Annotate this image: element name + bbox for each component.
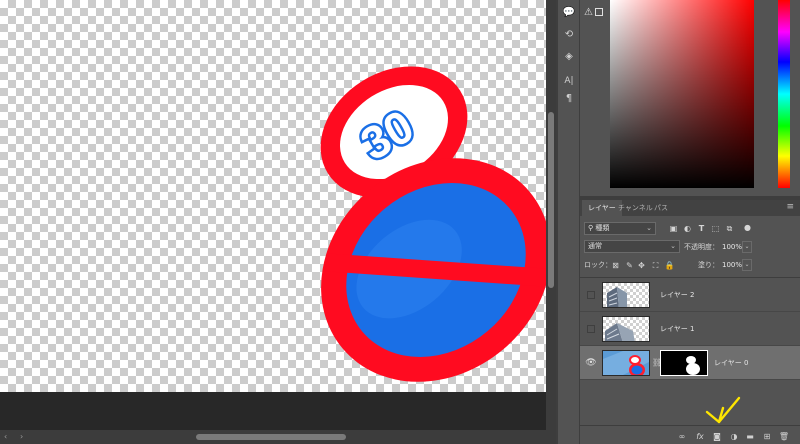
layer-row[interactable]: レイヤー 1	[580, 312, 800, 346]
opacity-slider-button[interactable]: ⌄	[742, 241, 752, 253]
scroll-left-icon[interactable]: ‹	[4, 432, 7, 441]
fill-slider-button[interactable]: ⌄	[742, 259, 752, 271]
layers-panel-tabs: レイヤー チャンネル パス ≡	[580, 200, 800, 216]
filter-smart-object-icon[interactable]: ⧉	[724, 223, 735, 234]
sign-artwork: 30	[320, 66, 546, 382]
lock-transparency-icon[interactable]: ⊠	[610, 260, 621, 271]
signs-thumbnail-art	[603, 351, 649, 375]
new-layer-icon[interactable]: ⊞	[761, 430, 773, 442]
layer-mask-thumbnail[interactable]	[660, 350, 708, 376]
link-layers-icon[interactable]: ∞	[676, 430, 688, 442]
gamut-warning-icon[interactable]: ⚠	[584, 7, 593, 18]
chevron-down-icon: ⌄	[646, 224, 652, 232]
annotation-arrow	[705, 396, 741, 424]
layer-thumbnail[interactable]	[602, 350, 650, 376]
tab-paths[interactable]: パス	[648, 200, 674, 216]
add-mask-icon[interactable]: ◙	[711, 430, 723, 442]
horizontal-scrollbar[interactable]: ‹ ›	[0, 430, 556, 444]
adjustment-layer-icon[interactable]: ◑	[728, 430, 740, 442]
color-panel: ⚠	[580, 0, 800, 196]
lock-artboard-icon[interactable]: ⛶	[650, 260, 661, 271]
comment-icon[interactable]: 💬	[561, 4, 577, 20]
vertical-scroll-thumb[interactable]	[548, 112, 554, 288]
layer-name[interactable]: レイヤー 0	[714, 357, 748, 369]
horizontal-scroll-thumb[interactable]	[196, 434, 346, 440]
filter-pixel-icon[interactable]: ▣	[668, 223, 679, 234]
filter-type-icon[interactable]: T	[696, 223, 707, 234]
blend-mode-label: 通常	[588, 242, 602, 250]
lock-label: ロック：	[584, 261, 612, 269]
layers-footer: ∞ fx ◙ ◑ ▬ ⊞ 🗑	[580, 425, 800, 444]
layer-row[interactable]: レイヤー 2	[580, 278, 800, 312]
fill-label: 塗り：	[698, 261, 719, 269]
layer-name[interactable]: レイヤー 2	[660, 289, 694, 301]
paragraph-icon[interactable]: ¶	[561, 90, 577, 106]
opacity-label: 不透明度：	[684, 243, 719, 251]
new-group-icon[interactable]: ▬	[744, 430, 756, 442]
web-safe-color-icon[interactable]	[595, 8, 603, 16]
fx-icon[interactable]: fx	[694, 430, 706, 442]
building-thumbnail-art	[605, 323, 635, 341]
chevron-down-icon: ⌄	[670, 242, 676, 250]
color-picker-field[interactable]	[610, 0, 788, 188]
blend-mode-dropdown[interactable]: 通常 ⌄	[584, 240, 680, 253]
hue-slider[interactable]	[778, 0, 790, 188]
panel-icon-strip: 💬 ⟲ ◈ A| ¶	[558, 0, 580, 444]
filter-type-dropdown[interactable]: ⚲ 種類 ⌄	[584, 222, 656, 235]
layers-panel: レイヤー チャンネル パス ≡ ⚲ 種類 ⌄ ▣ ◐ T ⬚ ⧉ ● 通常 ⌄ …	[580, 200, 800, 444]
vertical-scrollbar[interactable]	[546, 0, 556, 430]
filter-toggle-icon[interactable]: ●	[742, 222, 753, 233]
visibility-toggle[interactable]	[587, 291, 595, 299]
history-icon[interactable]: ⟲	[561, 26, 577, 42]
layer-thumbnail[interactable]	[602, 316, 650, 342]
filter-shape-icon[interactable]: ⬚	[710, 223, 721, 234]
layer-thumbnail[interactable]	[602, 282, 650, 308]
filter-type-label: 種類	[595, 224, 610, 232]
lock-image-icon[interactable]: ✎	[624, 260, 635, 271]
layer-name[interactable]: レイヤー 1	[660, 323, 694, 335]
layers-list: レイヤー 2 レイヤー 1 👁 ⛓ レイヤー 0	[580, 277, 800, 402]
3d-icon[interactable]: ◈	[561, 48, 577, 64]
scroll-right-icon[interactable]: ›	[20, 432, 23, 441]
filter-row: ⚲ 種類 ⌄ ▣ ◐ T ⬚ ⧉ ●	[580, 222, 800, 236]
lock-row: ロック： ⊠ ✎ ✥ ⛶ 🔒 塗り： 100% ⌄	[580, 258, 800, 272]
visibility-toggle[interactable]	[587, 325, 595, 333]
trash-icon[interactable]: 🗑	[778, 430, 790, 442]
opacity-input[interactable]: 100%	[722, 241, 742, 253]
filter-adjustment-icon[interactable]: ◐	[682, 223, 693, 234]
mask-shape-art	[686, 356, 700, 375]
character-icon[interactable]: A|	[561, 73, 577, 89]
pasteboard	[0, 392, 546, 430]
lock-all-icon[interactable]: 🔒	[664, 260, 675, 271]
eye-icon[interactable]: 👁	[585, 357, 597, 369]
panel-menu-icon[interactable]: ≡	[786, 202, 794, 212]
building-thumbnail-art	[607, 287, 627, 307]
fill-input[interactable]: 100%	[722, 259, 742, 271]
lock-position-icon[interactable]: ✥	[636, 260, 647, 271]
document-canvas[interactable]: 30	[0, 0, 546, 392]
layer-row-selected[interactable]: 👁 ⛓ レイヤー 0	[580, 346, 800, 380]
blend-row: 通常 ⌄ 不透明度： 100% ⌄	[580, 240, 800, 254]
